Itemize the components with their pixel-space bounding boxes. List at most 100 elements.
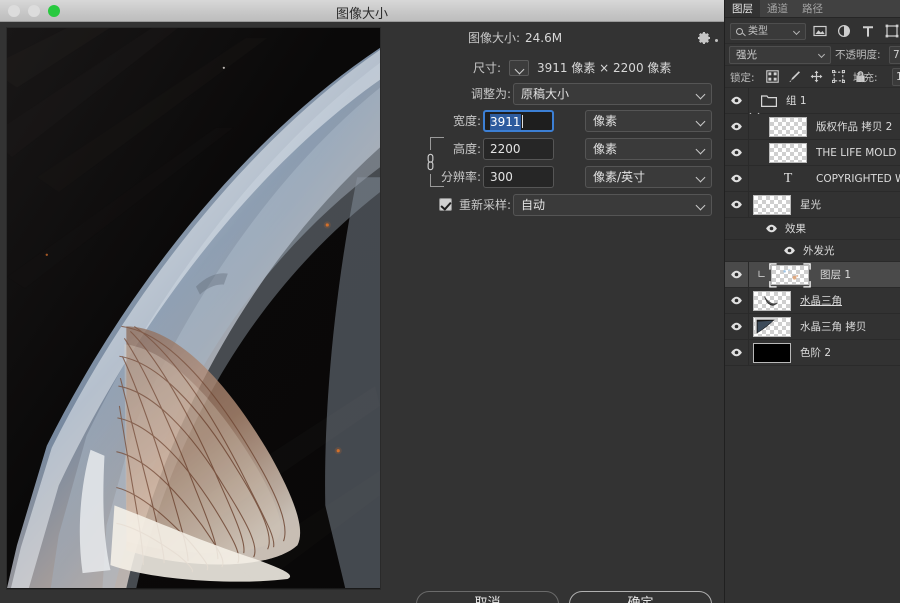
layer-row-starlight[interactable]: 星光 — [725, 192, 900, 218]
resample-checkbox[interactable] — [439, 198, 452, 211]
image-size-dialog: 图像大小 图像大小: 24.6M 尺寸: 3911 像素 × 2200 像素 调… — [0, 0, 724, 603]
move-lock-icon[interactable] — [810, 70, 823, 83]
chevron-down-icon — [792, 27, 801, 36]
layer-name: 效果 — [785, 223, 806, 235]
visibility-toggle[interactable] — [725, 88, 749, 113]
layer-name: 组 1 — [786, 95, 807, 107]
type-filter-icon[interactable] — [861, 24, 875, 38]
eye-icon[interactable] — [765, 224, 778, 233]
resolution-label: 分辨率: — [440, 170, 481, 184]
layer-row-copyrighted-wo[interactable]: T COPYRIGHTED WO — [725, 166, 900, 192]
tab-channels[interactable]: 通道 — [760, 0, 795, 17]
visibility-toggle[interactable] — [725, 114, 749, 139]
layer-thumbnail — [753, 290, 791, 311]
image-filter-icon[interactable] — [813, 24, 827, 38]
layer-row-layer1[interactable]: ∟ 图层 1 — [725, 262, 900, 288]
blend-row: 强光 不透明度: 79% — [725, 44, 900, 66]
eye-icon — [731, 148, 742, 157]
transparency-lock-icon[interactable] — [766, 70, 779, 83]
width-unit-value: 像素 — [593, 114, 618, 128]
visibility-toggle[interactable] — [725, 288, 749, 313]
filter-type-select[interactable]: 类型 — [730, 23, 806, 40]
fit-to-row: 调整为: 原稿大小 — [385, 83, 720, 105]
search-icon — [736, 28, 743, 35]
fill-label: 填充: — [853, 72, 878, 84]
tab-layers[interactable]: 图层 — [725, 0, 760, 17]
chevron-down-icon — [695, 200, 706, 211]
visibility-toggle[interactable] — [725, 262, 749, 287]
fill-input[interactable]: 100 — [892, 68, 900, 86]
eye-icon[interactable] — [783, 246, 796, 255]
height-unit-value: 像素 — [593, 142, 618, 156]
layer-row-levels2[interactable]: 色阶 2 — [725, 340, 900, 366]
resample-label: 重新采样: — [458, 198, 511, 212]
layer-thumbnail — [769, 142, 807, 163]
image-size-form: 图像大小: 24.6M 尺寸: 3911 像素 × 2200 像素 调整为: 原… — [385, 27, 720, 603]
eye-icon — [731, 270, 742, 279]
visibility-toggle[interactable] — [725, 166, 749, 191]
cancel-button[interactable]: 取消 — [416, 591, 559, 603]
height-label: 高度: — [452, 142, 481, 156]
visibility-toggle[interactable] — [725, 340, 749, 365]
resample-row: 重新采样: 自动 — [385, 194, 720, 216]
layer-name: 图层 1 — [820, 269, 852, 281]
filter-type-value: 类型 — [748, 26, 768, 37]
fit-to-select[interactable]: 原稿大小 — [513, 83, 712, 105]
layer-row-effects[interactable]: 效果 — [725, 218, 900, 240]
gear-icon[interactable] — [696, 30, 712, 46]
artboard-lock-icon[interactable] — [832, 70, 845, 83]
width-value: 3911 — [490, 114, 521, 130]
image-preview[interactable] — [6, 27, 381, 590]
resolution-value: 300 — [490, 170, 513, 184]
visibility-toggle[interactable] — [725, 140, 749, 165]
shape-filter-icon[interactable] — [885, 24, 899, 38]
layer-name: 星光 — [800, 199, 821, 211]
blend-mode-select[interactable]: 强光 — [729, 46, 831, 64]
resample-value: 自动 — [521, 198, 546, 212]
window-title: 图像大小 — [335, 7, 388, 22]
layer-row-outer-glow[interactable]: 外发光 — [725, 240, 900, 262]
layer-name: 水晶三角 — [800, 295, 842, 307]
layer-row-copyright-copy2[interactable]: 版权作品 拷贝 2 — [725, 114, 900, 140]
eye-icon — [731, 96, 742, 105]
layer-row-group[interactable]: 组 1 — [725, 88, 900, 114]
width-unit-select[interactable]: 像素 — [585, 110, 712, 132]
height-row: 高度: 2200 像素 — [385, 138, 720, 160]
ok-button[interactable]: 确定 — [569, 591, 712, 603]
adjustment-filter-icon[interactable] — [837, 24, 851, 38]
resolution-input[interactable]: 300 — [483, 166, 554, 188]
fit-to-value: 原稿大小 — [521, 87, 570, 101]
layer-thumbnail — [769, 116, 807, 137]
eye-icon — [731, 174, 742, 183]
visibility-toggle[interactable] — [725, 192, 749, 217]
lock-row: 锁定: 填充: — [725, 66, 900, 88]
chevron-down-icon — [695, 89, 706, 100]
dialog-titlebar: 图像大小 — [0, 0, 724, 22]
layer-thumbnail — [753, 342, 791, 363]
lock-icons — [766, 70, 867, 83]
layer-thumbnail — [753, 316, 791, 337]
dimensions-disclosure-icon[interactable] — [509, 60, 529, 76]
resolution-unit-select[interactable]: 像素/英寸 — [585, 166, 712, 188]
width-input[interactable]: 3911 — [483, 110, 554, 132]
tab-paths[interactable]: 路径 — [795, 0, 830, 17]
brush-lock-icon[interactable] — [788, 70, 801, 83]
resolution-unit-value: 像素/英寸 — [593, 170, 646, 184]
layer-thumbnail — [771, 264, 809, 285]
eye-icon — [731, 322, 742, 331]
layer-row-the-life-mold[interactable]: THE LIFE MOLD PL — [725, 140, 900, 166]
height-input[interactable]: 2200 — [483, 138, 554, 160]
dimensions-row: 尺寸: 3911 像素 × 2200 像素 — [385, 57, 720, 79]
layer-name: THE LIFE MOLD PL — [816, 146, 900, 159]
layer-row-crystal-triangle-copy[interactable]: 水晶三角 拷贝 — [725, 314, 900, 340]
folder-icon — [761, 95, 777, 107]
resample-select[interactable]: 自动 — [513, 194, 712, 216]
visibility-toggle[interactable] — [725, 314, 749, 339]
height-unit-select[interactable]: 像素 — [585, 138, 712, 160]
chevron-down-icon — [695, 172, 706, 183]
blend-mode-value: 强光 — [736, 49, 757, 61]
layer-thumbnail — [753, 194, 791, 215]
opacity-label: 不透明度: — [835, 49, 881, 61]
opacity-input[interactable]: 79% — [889, 46, 900, 64]
layer-row-crystal-triangle[interactable]: 水晶三角 — [725, 288, 900, 314]
